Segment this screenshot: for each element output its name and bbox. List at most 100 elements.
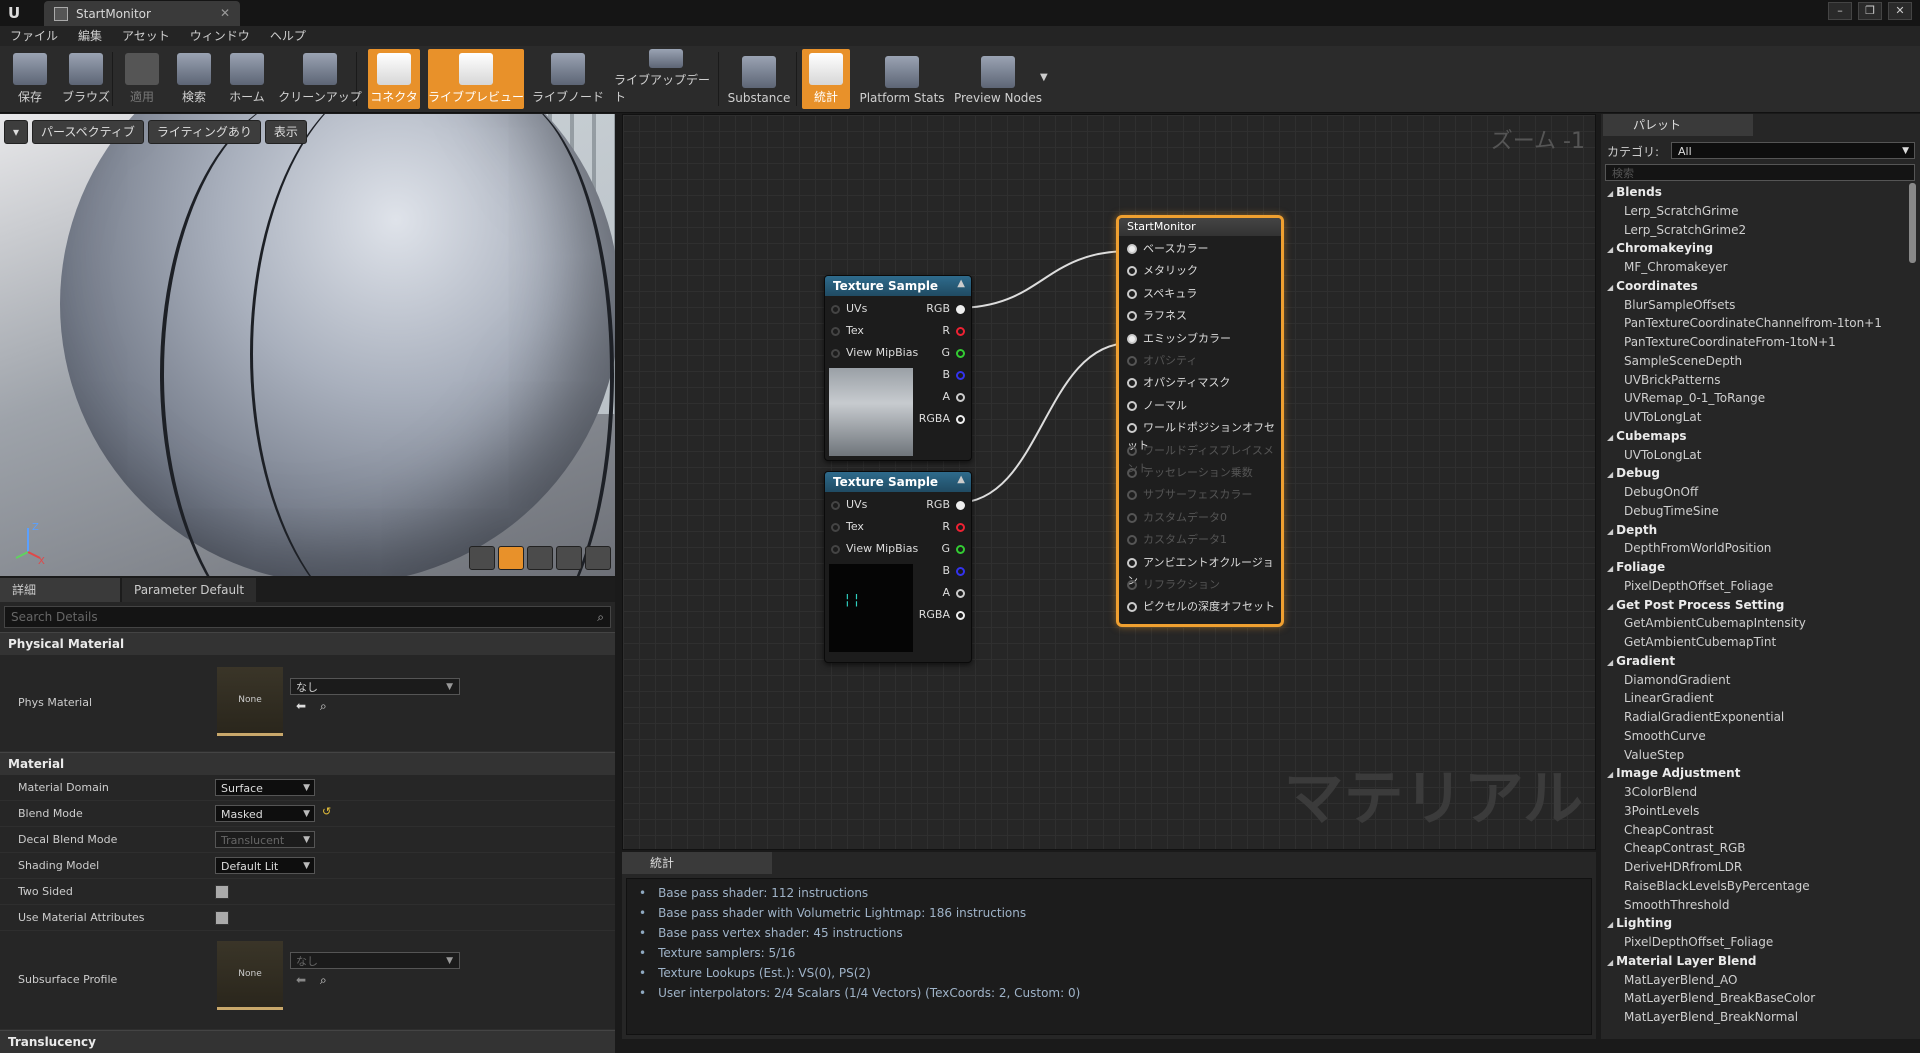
palette-group[interactable]: Depth xyxy=(1607,521,1907,540)
output-pin[interactable]: B xyxy=(942,366,965,384)
palette-group[interactable]: Image Adjustment xyxy=(1607,764,1907,783)
palette-item[interactable]: RaiseBlackLevelsByPercentage xyxy=(1607,877,1907,896)
palette-item[interactable]: LinearGradient xyxy=(1607,689,1907,708)
input-pin[interactable]: UVs xyxy=(831,496,867,514)
result-input-pin[interactable]: ノーマル xyxy=(1127,397,1187,415)
palette-item[interactable]: DepthFromWorldPosition xyxy=(1607,539,1907,558)
blend-mode-dropdown[interactable]: Masked xyxy=(215,805,315,823)
palette-item[interactable]: DeriveHDRfromLDR xyxy=(1607,858,1907,877)
palette-item[interactable]: PixelDepthOffset_Foliage xyxy=(1607,933,1907,952)
palette-group[interactable]: Get Post Process Setting xyxy=(1607,596,1907,615)
browse-magnifier-icon[interactable]: ⌕ xyxy=(320,699,327,714)
result-input-pin[interactable]: アンビエントオクルージョン xyxy=(1127,554,1281,587)
toolbar-button-7[interactable]: コネクタ xyxy=(368,49,420,109)
collapse-icon[interactable]: ▲ xyxy=(957,278,965,289)
result-input-pin[interactable]: エミッシブカラー xyxy=(1127,330,1231,348)
details-search[interactable]: Search Details ⌕ xyxy=(4,606,611,628)
palette-item[interactable]: Lerp_ScratchGrime2 xyxy=(1607,221,1907,240)
viewport-options-button[interactable]: ▾ xyxy=(4,120,29,144)
details-search-input[interactable]: Search Details xyxy=(5,610,597,624)
material-graph[interactable]: ズーム -1 マテリアル Texture Sample ▲ UVs Tex View M… xyxy=(622,114,1596,850)
two-sided-checkbox[interactable] xyxy=(215,885,229,899)
output-pin[interactable]: R xyxy=(942,518,965,536)
texture-sample-node[interactable]: Texture Sample ▲ UVs Tex View MipBias RGB R G B A… xyxy=(824,275,972,461)
palette-item[interactable]: RadialGradientExponential xyxy=(1607,708,1907,727)
palette-item[interactable]: CheapContrast_RGB xyxy=(1607,839,1907,858)
palette-item[interactable]: SampleSceneDepth xyxy=(1607,352,1907,371)
toolbar-button-9[interactable]: ライブノード xyxy=(526,49,610,109)
toolbar-button-8[interactable]: ライブプレビュー xyxy=(428,49,524,109)
lighting-button[interactable]: ライティングあり xyxy=(147,120,261,144)
menu-asset[interactable]: アセット xyxy=(112,26,180,46)
menu-window[interactable]: ウィンドウ xyxy=(180,26,260,46)
phys-material-picker[interactable]: なし xyxy=(290,678,460,696)
palette-item[interactable]: CheapContrast xyxy=(1607,821,1907,840)
toolbar-button-13[interactable]: Platform Stats xyxy=(856,49,948,109)
output-pin[interactable]: A xyxy=(942,584,965,602)
palette-item[interactable]: Lerp_ScratchGrime xyxy=(1607,202,1907,221)
use-selected-arrow-icon[interactable]: ⬅ xyxy=(296,973,306,987)
toolbar-button-11[interactable]: Substance xyxy=(722,49,796,109)
palette-item[interactable]: ValueStep xyxy=(1607,746,1907,765)
category-material[interactable]: Material xyxy=(0,752,615,775)
category-translucency[interactable]: Translucency xyxy=(0,1030,615,1053)
palette-group[interactable]: Lighting xyxy=(1607,914,1907,933)
browse-magnifier-icon[interactable]: ⌕ xyxy=(320,973,327,988)
toolbar-button-1[interactable]: 保存 xyxy=(4,49,56,109)
palette-item[interactable]: UVRemap_0-1_ToRange xyxy=(1607,389,1907,408)
output-pin[interactable]: G xyxy=(941,344,965,362)
use-material-attributes-checkbox[interactable] xyxy=(215,911,229,925)
palette-item[interactable]: 3ColorBlend xyxy=(1607,783,1907,802)
input-pin[interactable]: Tex xyxy=(831,518,864,536)
palette-item[interactable]: GetAmbientCubemapTint xyxy=(1607,633,1907,652)
maximize-icon[interactable]: ❐ xyxy=(1858,2,1882,20)
category-physical-material[interactable]: Physical Material xyxy=(0,632,615,655)
palette-category-dropdown[interactable]: All xyxy=(1671,142,1915,160)
toolbar-more-icon[interactable]: ▼ xyxy=(1040,72,1048,83)
palette-group[interactable]: Debug xyxy=(1607,464,1907,483)
toolbar-button-4[interactable]: 検索 xyxy=(170,49,218,109)
palette-item[interactable]: SmoothCurve xyxy=(1607,727,1907,746)
toolbar-button-3[interactable]: 適用 xyxy=(116,49,168,109)
custom-mesh-icon[interactable] xyxy=(585,546,611,570)
toolbar-button-2[interactable]: ブラウズ xyxy=(60,49,112,109)
palette-item[interactable]: MatLayerBlend_AO xyxy=(1607,971,1907,990)
palette-tab[interactable]: パレット xyxy=(1603,114,1753,136)
cube-mesh-icon[interactable] xyxy=(556,546,582,570)
menu-edit[interactable]: 編集 xyxy=(68,26,112,46)
palette-item[interactable]: MatLayerBlend_BreakBaseColor xyxy=(1607,989,1907,1008)
palette-item[interactable]: PanTextureCoordinateFrom-1toN+1 xyxy=(1607,333,1907,352)
stats-tab[interactable]: 統計 xyxy=(622,852,772,874)
output-pin[interactable]: RGB xyxy=(926,300,965,318)
palette-item[interactable]: PanTextureCoordinateChannelfrom-1ton+1 xyxy=(1607,314,1907,333)
result-input-pin[interactable]: ピクセルの深度オフセット xyxy=(1127,598,1275,616)
palette-group[interactable]: Chromakeying xyxy=(1607,239,1907,258)
palette-item[interactable]: PixelDepthOffset_Foliage xyxy=(1607,577,1907,596)
palette-search-input[interactable]: 検索 xyxy=(1605,164,1915,181)
palette-item[interactable]: GetAmbientCubemapIntensity xyxy=(1607,614,1907,633)
palette-item[interactable]: MF_Chromakeyer xyxy=(1607,258,1907,277)
palette-group[interactable]: Material Layer Blend xyxy=(1607,952,1907,971)
palette-item[interactable]: UVToLongLat xyxy=(1607,408,1907,427)
palette-group[interactable]: Foliage xyxy=(1607,558,1907,577)
unreal-logo-icon[interactable]: U xyxy=(8,3,28,23)
result-input-pin[interactable]: ベースカラー xyxy=(1127,240,1208,258)
output-pin[interactable]: RGBA xyxy=(919,410,965,428)
output-pin[interactable]: A xyxy=(942,388,965,406)
result-input-pin[interactable]: メタリック xyxy=(1127,262,1198,280)
tab-details[interactable]: 詳細 xyxy=(0,578,120,602)
result-node[interactable]: StartMonitor ベースカラー メタリック スペキュラ ラフネス エミッシブカラ… xyxy=(1116,215,1284,627)
result-input-pin[interactable]: オパシティマスク xyxy=(1127,374,1230,392)
collapse-icon[interactable]: ▲ xyxy=(957,474,965,485)
show-button[interactable]: 表示 xyxy=(264,120,307,144)
palette-item[interactable]: DebugTimeSine xyxy=(1607,502,1907,521)
output-pin[interactable]: B xyxy=(942,562,965,580)
palette-item[interactable]: UVBrickPatterns xyxy=(1607,371,1907,390)
palette-group[interactable]: Coordinates xyxy=(1607,277,1907,296)
tab-parameter-defaults[interactable]: Parameter Default xyxy=(122,578,257,602)
result-input-pin[interactable]: ラフネス xyxy=(1127,307,1187,325)
subsurface-profile-picker[interactable]: なし xyxy=(290,952,460,970)
output-pin[interactable]: G xyxy=(941,540,965,558)
perspective-button[interactable]: パースペクティブ xyxy=(32,120,144,144)
palette-item[interactable]: DebugOnOff xyxy=(1607,483,1907,502)
